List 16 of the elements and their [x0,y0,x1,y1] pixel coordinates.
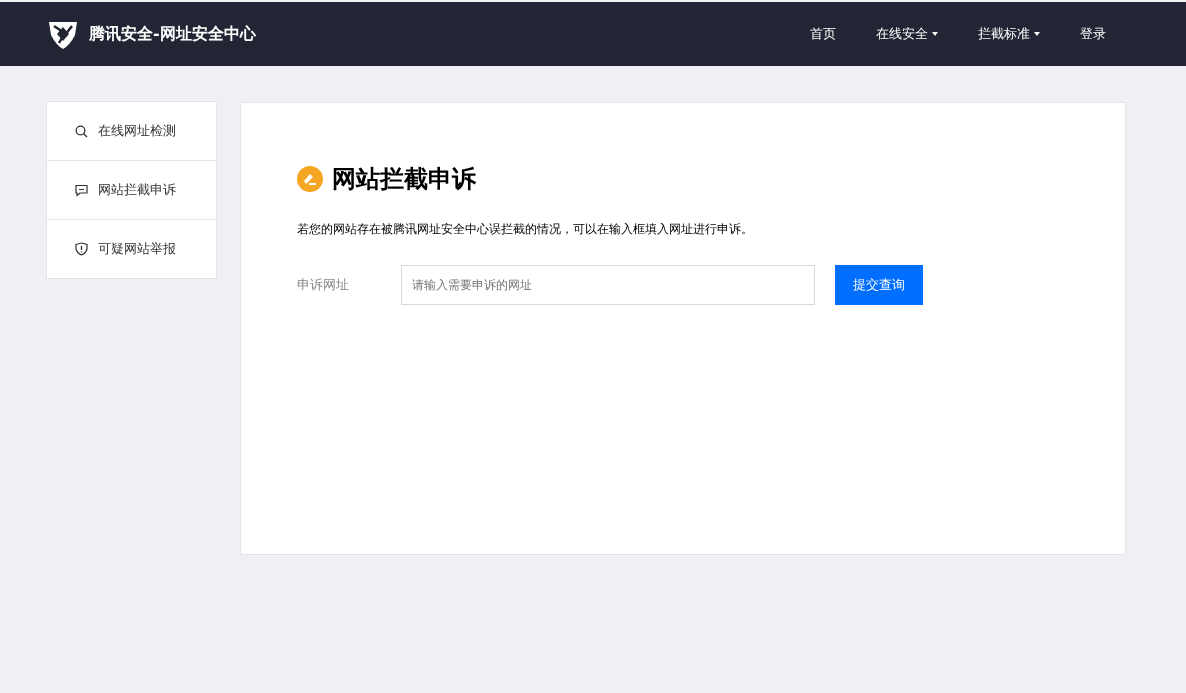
nav-link[interactable]: 拦截标准 [978,25,1040,43]
comment-icon [75,183,88,197]
field-label: 申诉网址 [297,276,350,294]
nav-link[interactable]: 首页 [810,25,836,43]
sidebar-item[interactable]: 可疑网站举报 [47,219,216,278]
search-icon [75,124,88,138]
page-title: 网站拦截申诉 [332,164,476,195]
sidebar-item[interactable]: 在线网址检测 [47,102,216,160]
nav-link[interactable]: 在线安全 [876,25,938,43]
url-input-field[interactable]: 请输入需要申诉的网址 [401,265,815,305]
shield-warning-icon [75,242,88,256]
submit-button[interactable]: 提交查询 [835,265,923,305]
site-title: 腾讯安全-网址安全中心 [89,23,256,45]
description-text: 若您的网站存在被腾讯网址安全中心误拦截的情况，可以在输入框填入网址进行申诉。 [297,221,754,238]
sidebar-item[interactable]: 网站拦截申诉 [47,160,216,219]
nav-link[interactable]: 登录 [1080,25,1106,43]
